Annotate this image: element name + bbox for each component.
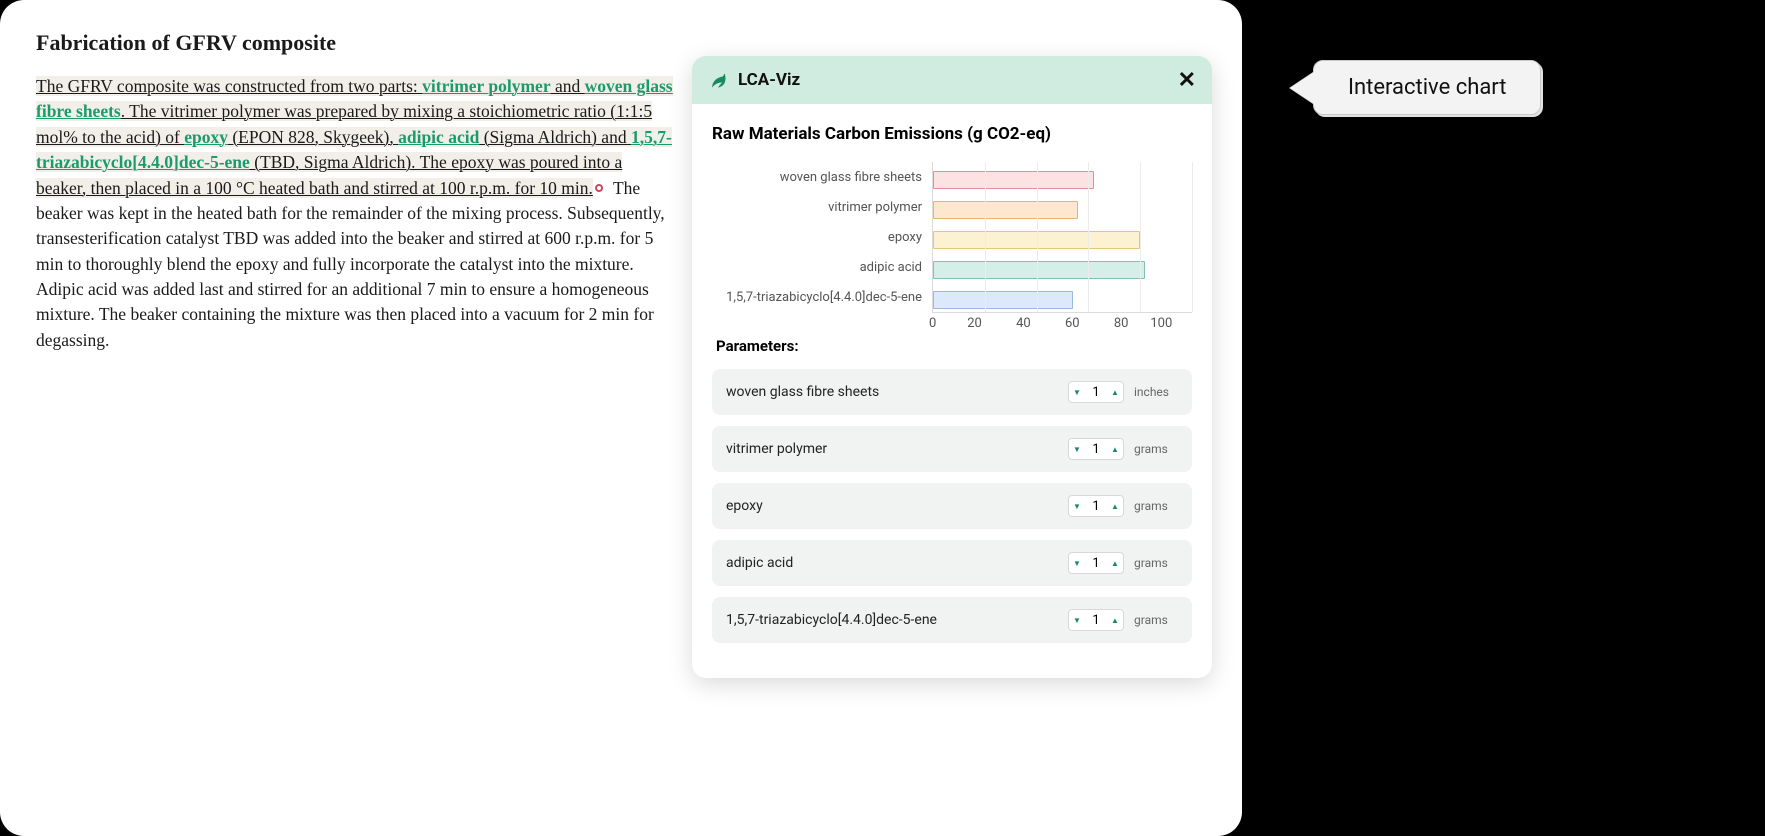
- chart-tick-label: 80: [1114, 316, 1129, 336]
- parameter-unit: grams: [1134, 556, 1178, 570]
- text-segment: (EPON 828, Skygeek),: [228, 127, 398, 147]
- article-heading: Fabrication of GFRV composite: [36, 30, 676, 56]
- quantity-stepper[interactable]: ▼1▲: [1068, 438, 1124, 460]
- stepper-decrement[interactable]: ▼: [1069, 382, 1085, 402]
- chart-plot: 020406080100: [932, 162, 1192, 313]
- lca-viz-panel: LCA-Viz ✕ Raw Materials Carbon Emissions…: [692, 56, 1212, 678]
- chart-bar: [933, 201, 1078, 219]
- chart-tick-label: 0: [929, 316, 936, 336]
- marker-dot-icon: [595, 184, 603, 192]
- stepper-value: 1: [1085, 442, 1107, 457]
- parameter-name: adipic acid: [726, 555, 1068, 571]
- quantity-stepper[interactable]: ▼1▲: [1068, 609, 1124, 631]
- parameter-name: vitrimer polymer: [726, 441, 1068, 457]
- parameter-name: 1,5,7-triazabicyclo[4.4.0]dec-5-ene: [726, 612, 1068, 628]
- stepper-increment[interactable]: ▲: [1107, 610, 1123, 630]
- stepper-decrement[interactable]: ▼: [1069, 553, 1085, 573]
- stepper-decrement[interactable]: ▼: [1069, 496, 1085, 516]
- chart-title: Raw Materials Carbon Emissions (g CO2-eq…: [712, 124, 1192, 144]
- chart-bar: [933, 291, 1073, 309]
- link-epoxy[interactable]: epoxy: [184, 127, 228, 147]
- chart-tick-label: 20: [967, 316, 982, 336]
- stepper-value: 1: [1085, 613, 1107, 628]
- callout-annotation: Interactive chart: [1290, 60, 1541, 115]
- text-segment: The GFRV composite was constructed from …: [36, 76, 422, 96]
- parameter-unit: grams: [1134, 499, 1178, 513]
- quantity-stepper[interactable]: ▼1▲: [1068, 495, 1124, 517]
- panel-title: LCA-Viz: [738, 70, 1178, 90]
- article-page: Fabrication of GFRV composite The GFRV c…: [0, 0, 1242, 836]
- chart-bar: [933, 261, 1145, 279]
- panel-header: LCA-Viz ✕: [692, 56, 1212, 104]
- chart-tick-label: 40: [1016, 316, 1031, 336]
- stepper-decrement[interactable]: ▼: [1069, 439, 1085, 459]
- stepper-increment[interactable]: ▲: [1107, 553, 1123, 573]
- text-segment: and: [551, 76, 585, 96]
- chart-category-label: epoxy: [722, 230, 932, 245]
- text-segment: The beaker was kept in the heated bath f…: [36, 178, 665, 350]
- stepper-increment[interactable]: ▲: [1107, 382, 1123, 402]
- parameter-row: vitrimer polymer▼1▲ grams: [712, 426, 1192, 472]
- quantity-stepper[interactable]: ▼1▲: [1068, 552, 1124, 574]
- callout-label: Interactive chart: [1313, 60, 1541, 115]
- chart-x-ticks: 020406080100: [933, 316, 1192, 336]
- parameter-unit: inches: [1134, 385, 1178, 399]
- stepper-value: 1: [1085, 385, 1107, 400]
- parameters-list: woven glass fibre sheets▼1▲inchesvitrime…: [712, 369, 1192, 643]
- text-segment: (Sigma Aldrich) and: [479, 127, 631, 147]
- parameter-row: epoxy▼1▲ grams: [712, 483, 1192, 529]
- parameter-unit: grams: [1134, 442, 1178, 456]
- stepper-value: 1: [1085, 499, 1107, 514]
- chart-tick-label: 60: [1065, 316, 1080, 336]
- panel-body: Raw Materials Carbon Emissions (g CO2-eq…: [692, 104, 1212, 678]
- article-body: The GFRV composite was constructed from …: [36, 74, 676, 353]
- parameter-name: woven glass fibre sheets: [726, 384, 1068, 400]
- close-button[interactable]: ✕: [1178, 67, 1196, 93]
- parameters-heading: Parameters:: [716, 337, 1192, 355]
- article-column: Fabrication of GFRV composite The GFRV c…: [36, 30, 676, 353]
- chart-bar: [933, 171, 1094, 189]
- parameter-row: adipic acid▼1▲ grams: [712, 540, 1192, 586]
- bar-chart: woven glass fibre sheets vitrimer polymer…: [712, 162, 1192, 313]
- chart-tick-label: 100: [1150, 316, 1172, 336]
- highlighted-text: The GFRV composite was constructed from …: [36, 76, 673, 198]
- parameter-unit: grams: [1134, 613, 1178, 627]
- callout-arrow-icon: [1290, 72, 1314, 104]
- parameter-row: woven glass fibre sheets▼1▲ inches: [712, 369, 1192, 415]
- chart-category-label: woven glass fibre sheets: [722, 170, 932, 185]
- leaf-icon: [708, 70, 728, 90]
- chart-category-label: 1,5,7-triazabicyclo[4.4.0]dec-5-ene: [722, 290, 932, 305]
- chart-category-label: adipic acid: [722, 260, 932, 275]
- parameter-row: 1,5,7-triazabicyclo[4.4.0]dec-5-ene▼1▲ gr…: [712, 597, 1192, 643]
- stepper-value: 1: [1085, 556, 1107, 571]
- link-adipic-acid[interactable]: adipic acid: [398, 127, 479, 147]
- stepper-increment[interactable]: ▲: [1107, 439, 1123, 459]
- stepper-decrement[interactable]: ▼: [1069, 610, 1085, 630]
- chart-category-label: vitrimer polymer: [722, 200, 932, 215]
- chart-bars: [933, 162, 1192, 312]
- link-vitrimer-polymer[interactable]: vitrimer polymer: [422, 76, 550, 96]
- parameter-name: epoxy: [726, 498, 1068, 514]
- quantity-stepper[interactable]: ▼1▲: [1068, 381, 1124, 403]
- stepper-increment[interactable]: ▲: [1107, 496, 1123, 516]
- chart-y-labels: woven glass fibre sheets vitrimer polymer…: [722, 162, 932, 313]
